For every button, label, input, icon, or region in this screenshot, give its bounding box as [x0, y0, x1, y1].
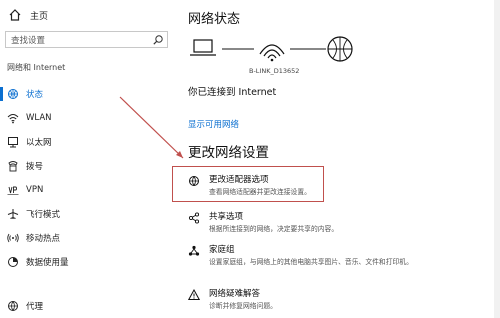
sidebar-item-label: 以太网 [26, 138, 52, 148]
sidebar-item-dialup[interactable]: 拨号 [0, 156, 170, 176]
network-name: B-LINK_D13652 [249, 67, 300, 75]
sidebar-item-label: 拨号 [26, 162, 44, 172]
sidebar-item-hotspot[interactable]: 移动热点 [0, 228, 170, 248]
troubleshoot-option[interactable]: 网络疑难解答 诊断并修复网络问题。 [188, 287, 488, 317]
option-title: 家庭组 [209, 245, 235, 255]
option-title: 网络疑难解答 [209, 289, 261, 299]
computer-icon [190, 39, 216, 56]
sidebar-item-airplane[interactable]: 飞行模式 [0, 204, 170, 224]
hotspot-icon [7, 233, 19, 243]
sidebar-item-ethernet[interactable]: 以太网 [0, 132, 170, 152]
section-title: 网络和 Internet [7, 63, 66, 72]
change-settings-heading: 更改网络设置 [188, 145, 269, 161]
search-placeholder: 查找设置 [11, 36, 46, 46]
sidebar-item-label: 飞行模式 [26, 210, 61, 220]
sidebar-item-status[interactable]: 状态 [0, 84, 170, 104]
home-label: 主页 [30, 11, 49, 22]
option-description: 根据所连接到的网络，决定要共享的内容。 [209, 225, 339, 233]
sidebar-item-proxy[interactable]: 代理 [0, 296, 170, 316]
sidebar-item-label: WLAN [26, 113, 52, 123]
annotation-highlight-box [172, 166, 324, 202]
option-description: 诊断并修复网络问题。 [209, 302, 277, 310]
globe-icon [8, 89, 18, 99]
sidebar-item-data-usage[interactable]: 数据使用量 [0, 252, 170, 272]
proxy-globe-icon [8, 301, 18, 311]
sidebar: 主页 查找设置 网络和 Internet 状态 WLAN 以太网 拨号 VPN … [0, 0, 170, 318]
sidebar-item-label: 代理 [26, 302, 44, 312]
homegroup-option[interactable]: 家庭组 设置家庭组，与网络上的其他电脑共享图片、音乐、文件和打印机。 [188, 243, 488, 273]
vpn-icon [7, 186, 19, 195]
search-icon [153, 35, 163, 45]
share-icon [188, 212, 200, 224]
page-title: 网络状态 [188, 12, 241, 27]
internet-globe-icon [327, 36, 353, 62]
home-icon [9, 9, 21, 21]
sidebar-item-wlan[interactable]: WLAN [0, 108, 170, 128]
home-link[interactable]: 主页 [8, 8, 48, 22]
wifi-icon [7, 114, 19, 124]
option-description: 设置家庭组，与网络上的其他电脑共享图片、音乐、文件和打印机。 [209, 258, 413, 266]
data-usage-icon [8, 257, 18, 267]
scrollbar[interactable] [494, 0, 500, 318]
dialup-icon [8, 161, 18, 172]
search-input[interactable]: 查找设置 [5, 31, 168, 48]
connection-status: 你已连接到 Internet [188, 87, 277, 98]
sidebar-item-label: 移动热点 [26, 234, 61, 244]
ethernet-icon [8, 137, 18, 148]
sidebar-item-label: VPN [26, 185, 44, 195]
sidebar-item-vpn[interactable]: VPN [0, 180, 170, 200]
main-content: 网络状态 B-LINK_D13652 你已连接到 Internet 显示可用网络… [188, 0, 500, 318]
sidebar-item-label: 状态 [26, 90, 44, 100]
option-title: 共享选项 [209, 212, 244, 222]
warning-icon [188, 289, 200, 300]
airplane-icon [7, 209, 19, 219]
homegroup-icon [188, 245, 200, 256]
wifi-router-icon [259, 44, 285, 62]
sharing-options[interactable]: 共享选项 根据所连接到的网络，决定要共享的内容。 [188, 210, 488, 240]
sidebar-item-label: 数据使用量 [26, 258, 69, 268]
show-available-networks-link[interactable]: 显示可用网络 [188, 118, 239, 130]
